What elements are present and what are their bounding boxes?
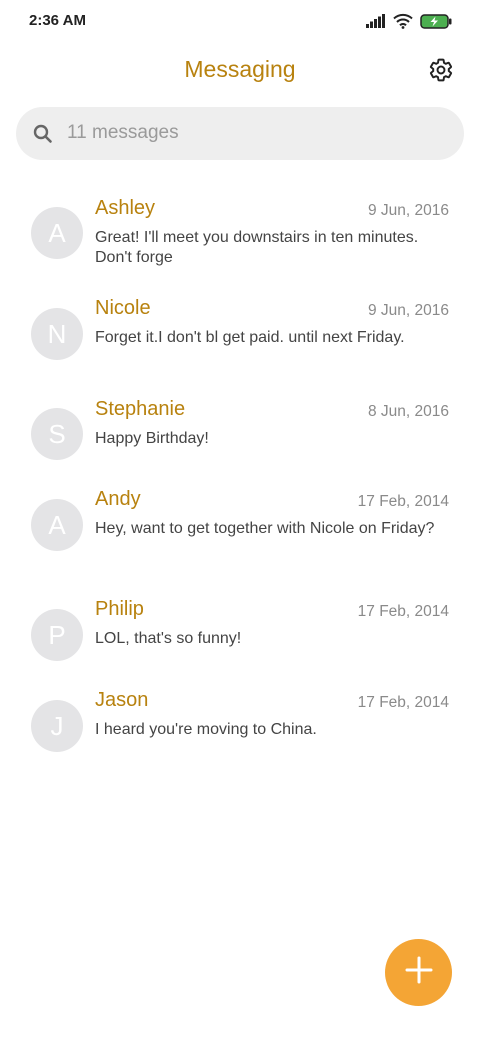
avatar: A <box>31 499 83 551</box>
conversation-item[interactable]: P Philip 17 Feb, 2014 LOL, that's so fun… <box>0 586 480 677</box>
battery-charging-icon <box>420 13 452 34</box>
conversation-item[interactable]: N Nicole 9 Jun, 2016 Forget it.I don't b… <box>0 285 480 386</box>
search-icon <box>32 123 54 145</box>
search-placeholder: 11 messages <box>67 122 179 143</box>
contact-name: Philip <box>95 598 144 620</box>
message-date: 17 Feb, 2014 <box>357 694 449 711</box>
messaging-screen: 2:36 AM Messaging 11 messages A Ashley 9… <box>0 0 480 1040</box>
avatar: P <box>31 609 83 661</box>
avatar: S <box>31 408 83 460</box>
search-input[interactable]: 11 messages <box>16 107 464 160</box>
message-date: 9 Jun, 2016 <box>367 302 449 319</box>
message-date: 8 Jun, 2016 <box>367 403 449 420</box>
message-preview: Great! I'll meet you downstairs in ten m… <box>95 229 419 266</box>
status-bar: 2:36 AM <box>0 0 480 44</box>
gear-icon <box>428 57 454 88</box>
conversation-item[interactable]: J Jason 17 Feb, 2014 I heard you're movi… <box>0 677 480 767</box>
contact-name: Andy <box>95 488 141 510</box>
avatar: N <box>31 308 83 360</box>
wifi-icon <box>393 13 413 34</box>
message-date: 9 Jun, 2016 <box>367 202 449 219</box>
plus-icon <box>404 955 434 990</box>
message-date: 17 Feb, 2014 <box>357 493 449 510</box>
message-preview: Happy Birthday! <box>95 430 209 447</box>
conversation-item[interactable]: A Andy 17 Feb, 2014 Hey, want to get tog… <box>0 476 480 586</box>
contact-name: Nicole <box>95 297 151 319</box>
avatar: A <box>31 207 83 259</box>
message-preview: I heard you're moving to China. <box>95 721 317 738</box>
avatar: J <box>31 700 83 752</box>
message-preview: Forget it.I don't bl get paid. until nex… <box>95 329 405 346</box>
conversation-item[interactable]: A Ashley 9 Jun, 2016 Great! I'll meet yo… <box>0 185 480 285</box>
contact-name: Stephanie <box>95 398 186 420</box>
new-message-button[interactable] <box>385 939 452 1006</box>
contact-name: Jason <box>95 689 149 711</box>
signal-icon <box>366 14 386 33</box>
contact-name: Ashley <box>95 197 156 219</box>
conversation-item[interactable]: S Stephanie 8 Jun, 2016 Happy Birthday! <box>0 386 480 476</box>
status-icons <box>366 13 452 34</box>
status-time: 2:36 AM <box>29 12 86 29</box>
message-preview: LOL, that's so funny! <box>95 630 242 647</box>
message-date: 17 Feb, 2014 <box>357 603 449 620</box>
page-title: Messaging <box>184 56 296 82</box>
settings-button[interactable] <box>426 57 456 87</box>
conversation-list: A Ashley 9 Jun, 2016 Great! I'll meet yo… <box>0 185 480 767</box>
message-preview: Hey, want to get together with Nicole on… <box>95 520 435 537</box>
